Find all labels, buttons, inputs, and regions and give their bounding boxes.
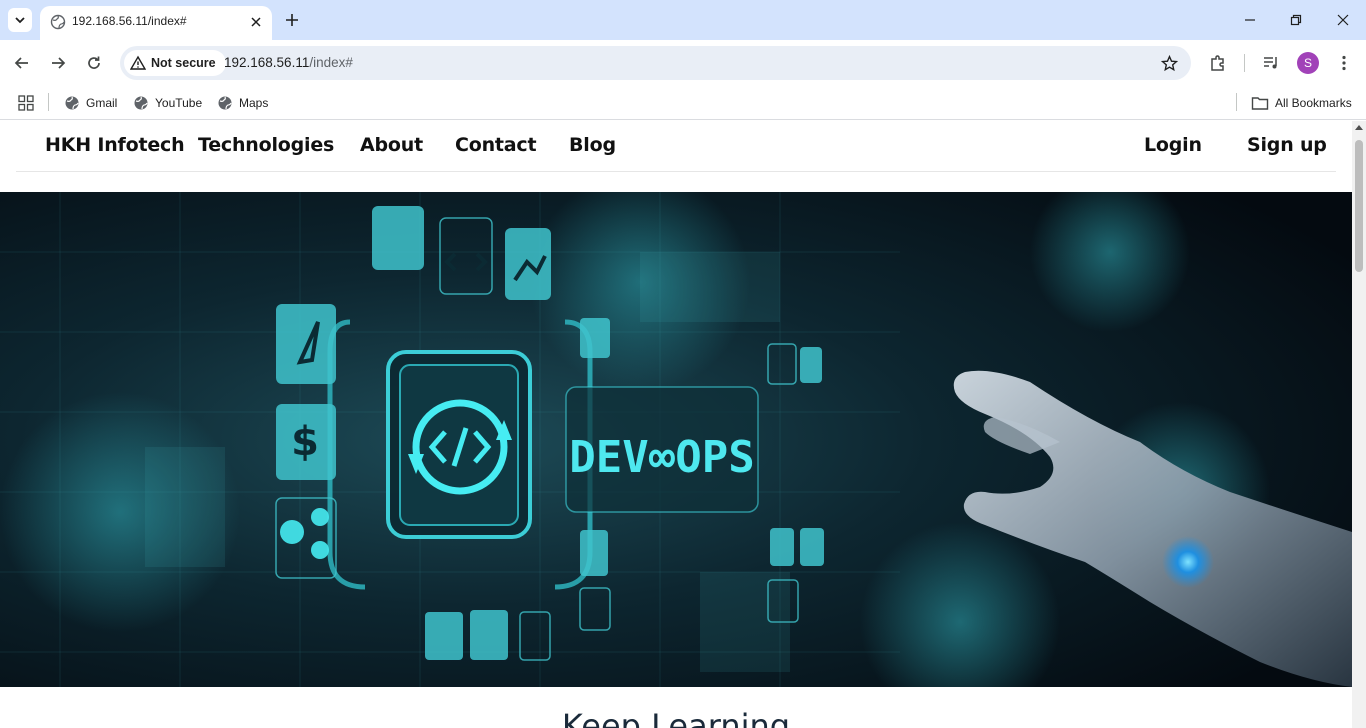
- close-icon: [1337, 14, 1349, 26]
- globe-icon: [218, 96, 232, 110]
- scroll-thumb[interactable]: [1355, 140, 1363, 272]
- tab-close-button[interactable]: [246, 12, 266, 32]
- arrow-left-icon: [14, 57, 28, 69]
- apps-grid-icon: [18, 95, 34, 111]
- nav-contact[interactable]: Contact: [455, 134, 537, 156]
- arrow-right-icon: [52, 57, 66, 69]
- plus-icon: [286, 14, 298, 26]
- url-host: 192.168.56.11: [224, 55, 310, 70]
- forward-button[interactable]: [46, 51, 70, 75]
- section-heading: Keep Learning: [561, 707, 791, 728]
- devops-overlay-text: DEV∞OPS: [569, 432, 754, 483]
- login-link[interactable]: Login: [1144, 134, 1202, 156]
- media-controls-button[interactable]: [1259, 51, 1283, 75]
- nav-technologies[interactable]: Technologies: [198, 134, 334, 156]
- address-bar[interactable]: Not secure 192.168.56.11/index#: [120, 46, 1191, 80]
- tab-title: 192.168.56.11/index#: [72, 14, 187, 28]
- toolbar-divider: [1244, 54, 1245, 72]
- media-queue-icon: [1264, 57, 1277, 69]
- bookmarks-divider: [48, 93, 49, 111]
- restore-icon: [1290, 14, 1302, 26]
- extensions-button[interactable]: [1206, 51, 1230, 75]
- close-window-button[interactable]: [1331, 8, 1355, 32]
- apps-button[interactable]: [18, 93, 34, 113]
- page-viewport: HKH Infotech Technologies About Contact …: [0, 121, 1352, 728]
- bookmarks-bar: Gmail YouTube Maps All Bookmarks: [0, 86, 1366, 120]
- profile-avatar[interactable]: S: [1297, 52, 1319, 74]
- folder-icon: [1251, 97, 1269, 110]
- bookmark-gmail[interactable]: Gmail: [64, 93, 117, 113]
- reload-button[interactable]: [82, 51, 106, 75]
- bookmark-star-button[interactable]: [1159, 53, 1179, 73]
- globe-icon: [134, 96, 148, 110]
- tab-search-button[interactable]: [8, 8, 32, 32]
- tab-strip: 192.168.56.11/index#: [0, 0, 1366, 40]
- close-icon: [251, 17, 261, 27]
- globe-icon: [50, 14, 66, 30]
- bookmark-label: Gmail: [86, 96, 118, 110]
- more-vert-icon: [1342, 55, 1346, 71]
- hero-banner-image: DEV∞OPS $: [0, 192, 1352, 687]
- restore-button[interactable]: [1284, 8, 1308, 32]
- page-scrollbar[interactable]: [1352, 121, 1366, 728]
- globe-icon: [65, 96, 79, 110]
- devops-hero-illustration: DEV∞OPS $: [0, 192, 1352, 687]
- star-icon: [1160, 54, 1178, 71]
- security-label: Not secure: [151, 56, 216, 70]
- bookmarks-divider: [1236, 93, 1237, 111]
- minimize-icon: [1245, 19, 1255, 21]
- back-button[interactable]: [10, 51, 34, 75]
- url-text[interactable]: 192.168.56.11/index#: [224, 55, 353, 70]
- brand-link[interactable]: HKH Infotech: [45, 134, 185, 156]
- scroll-up-arrow[interactable]: [1355, 125, 1363, 130]
- signup-link[interactable]: Sign up: [1247, 134, 1327, 156]
- active-tab[interactable]: 192.168.56.11/index#: [40, 6, 272, 40]
- bookmark-youtube[interactable]: YouTube: [133, 93, 202, 113]
- all-bookmarks-button[interactable]: All Bookmarks: [1251, 93, 1352, 113]
- reload-icon: [88, 56, 100, 69]
- bookmark-label: YouTube: [155, 96, 203, 110]
- bookmark-maps[interactable]: Maps: [217, 93, 268, 113]
- all-bookmarks-label: All Bookmarks: [1275, 96, 1352, 110]
- svg-text:$: $: [291, 419, 319, 465]
- site-navbar: HKH Infotech Technologies About Contact …: [16, 121, 1336, 172]
- url-path: /index#: [309, 55, 353, 70]
- security-chip[interactable]: Not secure: [124, 50, 226, 76]
- new-tab-button[interactable]: [280, 8, 304, 32]
- chevron-down-icon: [15, 17, 25, 24]
- puzzle-icon: [1211, 55, 1224, 71]
- nav-about[interactable]: About: [360, 134, 423, 156]
- warning-icon: [130, 55, 146, 70]
- browser-toolbar: Not secure 192.168.56.11/index#: [0, 40, 1366, 86]
- bookmark-label: Maps: [239, 96, 269, 110]
- minimize-button[interactable]: [1238, 8, 1262, 32]
- chrome-menu-button[interactable]: [1332, 51, 1356, 75]
- nav-blog[interactable]: Blog: [569, 134, 616, 156]
